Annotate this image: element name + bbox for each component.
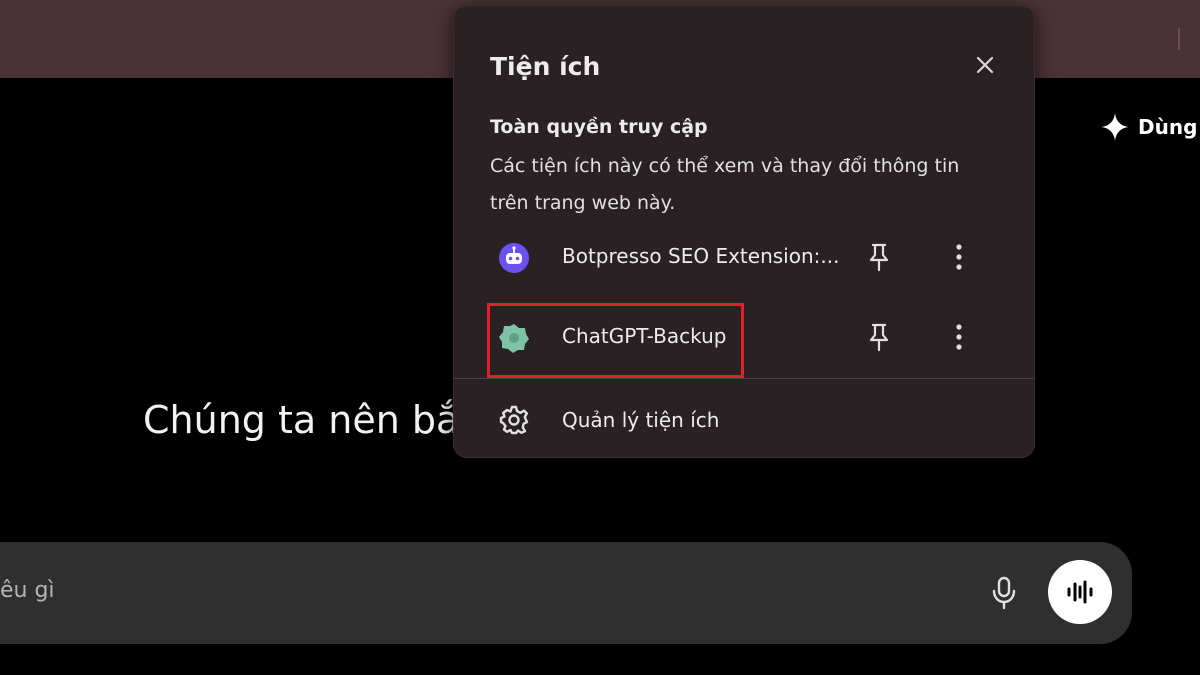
section-heading: Toàn quyền truy cập [490,116,708,138]
gear-icon [499,405,529,435]
close-button[interactable] [970,50,1000,80]
composer-input[interactable]: êu gì [0,578,55,603]
pin-icon[interactable] [866,322,892,352]
manage-extensions-label: Quản lý tiện ích [562,408,720,432]
extension-name: Botpresso SEO Extension:... [562,244,840,268]
extensions-popup: Tiện ích Toàn quyền truy cập Các tiện íc… [453,5,1035,458]
highlight-annotation [487,303,744,378]
manage-extensions-button[interactable]: Quản lý tiện ích [454,386,1034,452]
toolbar-separator [1178,28,1180,50]
upgrade-button[interactable]: Dùng [1100,112,1197,142]
divider [454,378,1034,379]
sparkle-icon [1101,113,1129,141]
botpresso-robot-icon [499,243,529,273]
waveform-icon [1067,580,1093,604]
message-composer[interactable]: êu gì [0,542,1132,644]
pin-icon[interactable] [866,242,892,272]
microphone-icon[interactable] [990,576,1018,610]
voice-mode-button[interactable] [1048,560,1112,624]
more-vert-icon[interactable] [946,240,972,274]
section-description: Các tiện ích này có thể xem và thay đổi … [490,155,960,214]
upgrade-label: Dùng [1138,115,1198,139]
more-vert-icon[interactable] [946,320,972,354]
extension-row-botpresso[interactable]: Botpresso SEO Extension:... [454,222,1034,292]
page-headline: Chúng ta nên bắ [143,398,460,442]
close-icon [976,56,994,74]
popup-title: Tiện ích [490,52,601,81]
